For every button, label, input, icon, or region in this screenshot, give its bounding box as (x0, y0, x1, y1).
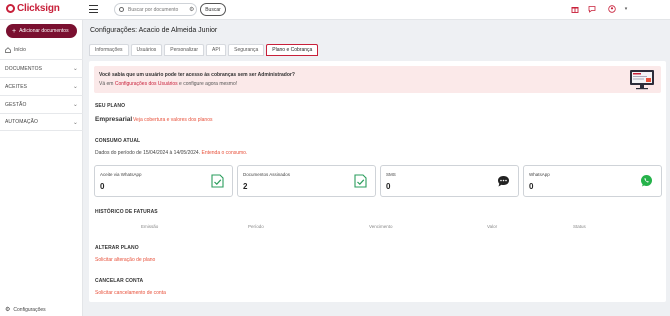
sidebar-item-home[interactable]: Início (5, 47, 26, 53)
search-box[interactable]: ⚙ (114, 3, 197, 16)
document-check-icon (211, 174, 224, 188)
your-plan-section-title: SEU PLANO (95, 103, 126, 109)
plus-icon: + (12, 27, 17, 35)
sidebar-item-configuracoes[interactable]: ⚙ Configurações (5, 306, 46, 314)
sidebar-section-documentos[interactable]: DOCUMENTOS ⌄ (0, 59, 83, 77)
plan-billing-panel: Você sabia que um usuário pode ter acess… (89, 61, 666, 302)
banner-title: Você sabia que um usuário pode ter acess… (99, 72, 295, 78)
monitor-illustration-icon (630, 70, 654, 90)
plan-coverage-link[interactable]: Veja cobertura e valores dos planos (133, 117, 213, 123)
column-header-value: Valor (487, 224, 498, 229)
settings-tabs: Informações Usuários Personalizar API Se… (89, 44, 319, 56)
consumption-card-signed-documents: Documentos Assinados 2 (237, 165, 376, 197)
search-button[interactable]: Buscar (200, 3, 226, 16)
consumption-card-sms: SMS 0 (380, 165, 519, 197)
logo-mark-icon (6, 4, 15, 13)
card-value: 2 (243, 182, 248, 191)
sidebar-section-label: DOCUMENTOS (5, 65, 43, 72)
change-plan-section-title: ALTERAR PLANO (95, 245, 139, 251)
request-plan-change-link[interactable]: Solicitar alteração de plano (95, 257, 155, 263)
caret-down-icon[interactable]: ▾ (622, 5, 630, 13)
chat-icon[interactable] (588, 5, 596, 13)
plan-name: Empresarial (95, 116, 133, 123)
info-banner: Você sabia que um usuário pode ter acess… (94, 66, 661, 93)
banner-text: Vá em Configurações dos Usuários e confi… (99, 81, 237, 87)
cancel-account-section-title: CANCELAR CONTA (95, 278, 144, 284)
tab-seguranca[interactable]: Segurança (228, 44, 265, 56)
card-label: Aceite via WhatsApp (100, 172, 142, 177)
filter-icon[interactable]: ⚙ (189, 6, 194, 13)
consumption-period: Dados do período de 15/04/2024 à 14/05/2… (95, 150, 247, 156)
request-cancellation-link[interactable]: Solicitar cancelamento de conta (95, 290, 166, 296)
tab-informacoes[interactable]: Informações (89, 44, 129, 56)
tab-api[interactable]: API (206, 44, 227, 56)
add-documents-label: Adicionar documentos (19, 28, 69, 34)
consumption-card-whatsapp: WhatsApp 0 (523, 165, 662, 197)
chevron-down-icon: ⌄ (72, 66, 78, 72)
invoice-history-section-title: HISTÓRICO DE FATURAS (95, 209, 158, 215)
banner-text-prefix: Vá em (99, 81, 114, 87)
column-header-status: Status (573, 224, 586, 229)
column-header-due-date: Vencimento (369, 224, 393, 229)
logo-text: Clicksign (17, 3, 60, 14)
top-bar: Clicksign ⚙ Buscar ▾ (0, 0, 670, 20)
sidebar-item-label: Início (14, 47, 26, 53)
home-icon (5, 47, 11, 53)
search-icon (119, 7, 124, 12)
chevron-down-icon: ⌄ (72, 119, 78, 126)
sidebar-section-label: AUTOMAÇÃO (5, 119, 39, 125)
menu-icon[interactable] (89, 5, 98, 13)
consumption-card-whatsapp-accept: Aceite via WhatsApp 0 (94, 165, 233, 197)
card-label: WhatsApp (529, 172, 550, 177)
card-value: 0 (100, 182, 105, 191)
sidebar: + Adicionar documentos Início DOCUMENTOS… (0, 20, 83, 316)
whatsapp-icon (641, 175, 652, 187)
chevron-down-icon: ⌄ (72, 84, 78, 90)
sidebar-section-aceites[interactable]: ACEITES ⌄ (0, 77, 83, 95)
card-value: 0 (529, 182, 534, 191)
card-label: Documentos Assinados (243, 172, 291, 177)
understand-consumption-link[interactable]: Entenda o consumo. (201, 150, 247, 156)
card-label: SMS (386, 172, 396, 177)
column-header-period: Período (248, 224, 264, 229)
user-settings-link[interactable]: Configurações dos Usuários (115, 81, 178, 87)
page-title: Configurações: Acacio de Almeida Junior (90, 27, 218, 34)
tab-personalizar[interactable]: Personalizar (164, 44, 205, 56)
gear-icon: ⚙ (5, 307, 11, 313)
sidebar-section-automacao[interactable]: AUTOMAÇÃO ⌄ (0, 113, 83, 131)
sidebar-section-label: ACEITES (5, 83, 28, 90)
sidebar-section-label: GESTÃO (5, 101, 27, 108)
current-consumption-section-title: CONSUMO ATUAL (95, 138, 141, 144)
sms-icon (498, 176, 509, 187)
document-check-icon (354, 174, 367, 188)
sidebar-section-gestao[interactable]: GESTÃO ⌄ (0, 95, 83, 113)
chevron-down-icon: ⌄ (72, 102, 78, 108)
card-value: 0 (386, 182, 391, 191)
user-icon[interactable] (608, 5, 616, 13)
gift-icon[interactable] (571, 5, 579, 13)
sidebar-item-label: Configurações (13, 306, 46, 313)
banner-text-suffix: e configure agora mesmo! (179, 81, 238, 87)
tab-usuarios[interactable]: Usuários (130, 44, 163, 56)
tab-plano-cobranca[interactable]: Plano e Cobrança (266, 44, 319, 56)
search-input[interactable] (128, 6, 188, 13)
clicksign-logo[interactable]: Clicksign (6, 3, 60, 14)
add-documents-button[interactable]: + Adicionar documentos (6, 24, 77, 38)
period-text: Dados do período de 15/04/2024 à 14/05/2… (95, 150, 201, 156)
column-header-issue: Emissão (141, 224, 159, 229)
